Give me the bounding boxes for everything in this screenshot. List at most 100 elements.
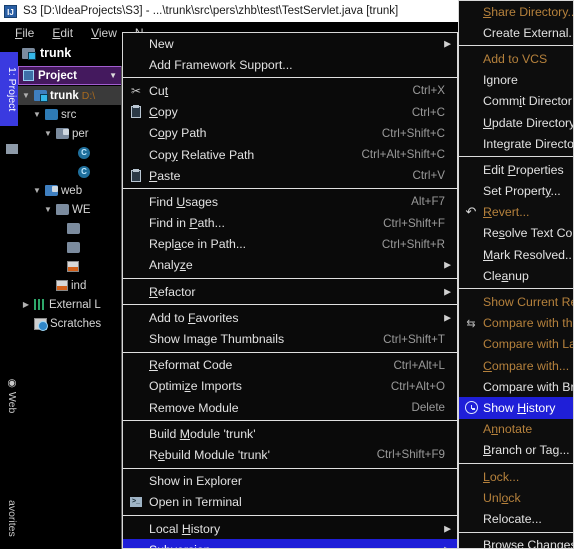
breadcrumb-label: trunk (40, 46, 72, 60)
tree-row[interactable]: ▶ (18, 257, 121, 276)
menu-item-label: Cut (149, 83, 169, 98)
menu-item[interactable]: Paste Ctrl+V (123, 165, 457, 186)
folder-icon (67, 223, 80, 234)
menu-item-shortcut: Alt+F7 (411, 195, 445, 209)
menu-item-label: Show Image Thumbnails (149, 332, 285, 347)
menu-item[interactable]: ✂ Cut Ctrl+X (123, 80, 457, 101)
menu-item[interactable]: Subversion▶ (123, 539, 457, 548)
tree-row[interactable]: ▶C (18, 162, 121, 181)
submenu-item[interactable]: Show Current Re (459, 291, 573, 312)
menu-item[interactable]: Find in Path... Ctrl+Shift+F (123, 213, 457, 234)
submenu-item[interactable]: Show History (459, 397, 573, 419)
menu-item[interactable]: New ▶ (123, 33, 457, 54)
submenu-item[interactable]: Update Directory (459, 112, 573, 133)
submenu-item[interactable]: Compare with La (459, 334, 573, 355)
chevron-down-icon[interactable]: ▼ (21, 91, 31, 100)
menu-file[interactable]: File (6, 24, 43, 42)
submenu-item[interactable]: Share Directory... (459, 1, 573, 22)
tree-row[interactable]: ▶ External L (18, 295, 121, 314)
submenu-item[interactable]: Resolve Text Con (459, 223, 573, 244)
submenu-item[interactable]: ↶ Revert... (459, 202, 573, 223)
menu-item[interactable]: Add Framework Support... (123, 54, 457, 75)
project-folder-icon (0, 140, 18, 158)
chevron-down-icon[interactable]: ▼ (43, 129, 53, 138)
tree-row[interactable]: ▶ (18, 238, 121, 257)
chevron-down-icon[interactable]: ▼ (32, 186, 42, 195)
submenu-item[interactable]: Lock... (459, 466, 573, 487)
submenu-item[interactable]: Mark Resolved... (459, 244, 573, 265)
menu-item[interactable]: Find Usages Alt+F7 (123, 191, 457, 212)
class-icon: C (78, 165, 90, 178)
tree-row-label: per (72, 127, 89, 140)
menu-item[interactable]: Local History ▶ (123, 518, 457, 539)
menu-separator (123, 77, 457, 79)
class-icon: C (78, 146, 90, 159)
menu-item[interactable]: Optimize Imports Ctrl+Alt+O (123, 376, 457, 397)
menu-item[interactable]: Copy Path Ctrl+Shift+C (123, 123, 457, 144)
chevron-right-icon[interactable]: ▶ (21, 300, 31, 309)
menu-item-label: Find in Path... (149, 216, 225, 231)
submenu-item[interactable]: Edit Properties (459, 159, 573, 180)
paste-icon (131, 168, 141, 182)
submenu-item-label: Edit Properties (483, 162, 564, 177)
chevron-down-icon[interactable]: ▼ (32, 110, 42, 119)
submenu-item[interactable]: Compare with Br (459, 376, 573, 397)
sidebar-item-project[interactable]: 1: Project (0, 52, 18, 126)
tree-row[interactable]: ▶ Scratches (18, 314, 121, 333)
menu-item-shortcut: Ctrl+X (412, 84, 445, 98)
submenu-separator (459, 156, 573, 158)
menu-item[interactable]: Remove Module Delete (123, 397, 457, 418)
terminal-icon: >_ (130, 497, 142, 508)
menu-item[interactable]: Copy Ctrl+C (123, 102, 457, 123)
tree-row[interactable]: ▼ per (18, 124, 121, 143)
chevron-down-icon[interactable]: ▼ (109, 71, 117, 80)
submenu-item[interactable]: Integrate Directo (459, 133, 573, 154)
tree-row-label: web (61, 184, 83, 197)
menu-item[interactable]: Rebuild Module 'trunk' Ctrl+Shift+F9 (123, 444, 457, 465)
tree-row[interactable]: ▶ (18, 219, 121, 238)
submenu-arrow-icon: ▶ (444, 312, 451, 323)
project-view-header[interactable]: Project ▼ (18, 66, 121, 85)
submenu-item[interactable]: Create External... (459, 22, 573, 43)
menu-item[interactable]: Build Module 'trunk' (123, 423, 457, 444)
tree-row[interactable]: ▼ WE (18, 200, 121, 219)
menu-item[interactable]: >_ Open in Terminal (123, 492, 457, 513)
copy-icon (131, 105, 141, 119)
chevron-down-icon[interactable]: ▼ (43, 205, 53, 214)
menu-separator (123, 278, 457, 280)
menu-item[interactable]: Show in Explorer (123, 471, 457, 492)
submenu-separator (459, 462, 573, 464)
sidebar-item-web[interactable]: ◉ Web (0, 364, 18, 426)
submenu-item[interactable]: Browse Changes (459, 535, 573, 548)
tree-row[interactable]: ▼ web (18, 181, 121, 200)
menu-item[interactable]: Add to Favorites ▶ (123, 307, 457, 328)
menu-file-rest: ile (22, 26, 35, 40)
submenu-item[interactable]: Commit Director (459, 91, 573, 112)
submenu-item-label: Relocate... (483, 511, 542, 526)
menu-item[interactable]: Reformat Code Ctrl+Alt+L (123, 355, 457, 376)
menu-separator (123, 467, 457, 469)
submenu-item[interactable]: Annotate (459, 419, 573, 440)
submenu-item[interactable]: ⇆ Compare with th (459, 313, 573, 334)
tree-row[interactable]: ▶ ind (18, 276, 121, 295)
sidebar-item-favorites[interactable]: avorites (0, 484, 18, 549)
tree-row[interactable]: ▼ trunk D:\ (18, 86, 121, 105)
submenu-item[interactable]: Add to VCS (459, 48, 573, 69)
menu-item[interactable]: Copy Relative Path Ctrl+Alt+Shift+C (123, 144, 457, 165)
submenu-item[interactable]: Compare with... (459, 355, 573, 376)
submenu-item[interactable]: Set Property... (459, 181, 573, 202)
submenu-item[interactable]: Branch or Tag... (459, 440, 573, 461)
submenu-item[interactable]: Cleanup (459, 265, 573, 286)
menu-item[interactable]: Refactor ▶ (123, 281, 457, 302)
menu-edit[interactable]: Edit (43, 24, 82, 42)
menu-item[interactable]: Analyze ▶ (123, 255, 457, 276)
submenu-item[interactable]: Relocate... (459, 508, 573, 529)
menu-item[interactable]: Show Image Thumbnails Ctrl+Shift+T (123, 328, 457, 349)
submenu-item[interactable]: Ignore (459, 70, 573, 91)
menu-item[interactable]: Replace in Path... Ctrl+Shift+R (123, 234, 457, 255)
tree-row[interactable]: ▼ src (18, 105, 121, 124)
menu-view[interactable]: View (82, 24, 126, 42)
submenu-item[interactable]: Unlock (459, 487, 573, 508)
tree-row[interactable]: ▶C (18, 143, 121, 162)
module-folder-icon (34, 90, 48, 102)
